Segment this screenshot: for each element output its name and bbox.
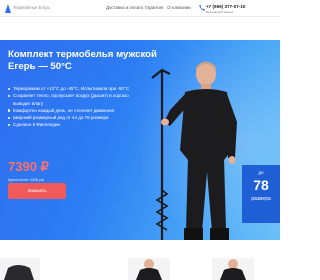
phone-subtitle: Бесплатный звонок bbox=[206, 10, 234, 14]
site-header: Термобелье Егерь Доставка и оплата Гаран… bbox=[0, 0, 280, 17]
feature-item: Сохраняет тепло, пропускает воздух (дыши… bbox=[8, 92, 143, 107]
nav-delivery[interactable]: Доставка и оплата bbox=[106, 5, 143, 10]
badge-prefix: до bbox=[258, 170, 264, 175]
phone-icon bbox=[199, 4, 205, 11]
feature-item: Терморежим от +10°С до -45°С. Испытывали… bbox=[8, 85, 143, 92]
feature-item: Широкий размерный ряд от 44 до 78 размер… bbox=[8, 114, 143, 121]
preview-image[interactable] bbox=[212, 258, 254, 280]
badge-number: 78 bbox=[253, 177, 269, 193]
hero-title: Комплект термобелья мужской Егерь — 50°С bbox=[8, 49, 157, 72]
nav-warranty[interactable]: Гарантия bbox=[145, 5, 163, 10]
preview-figure bbox=[220, 259, 246, 280]
price: 7390 ₽ bbox=[8, 159, 49, 174]
logo-text[interactable]: Термобелье Егерь bbox=[13, 5, 50, 10]
nav-about[interactable]: О компании bbox=[167, 5, 191, 10]
feature-item: Сделано в Финляндии bbox=[8, 121, 143, 128]
feature-item: Комфортно каждый день, не стесняет движе… bbox=[8, 107, 143, 114]
sales-note: Купили более 10000 раз bbox=[8, 178, 45, 182]
logo-icon[interactable] bbox=[5, 4, 11, 13]
order-button[interactable]: Заказать bbox=[8, 183, 66, 199]
size-badge: до 78 размера bbox=[242, 165, 280, 223]
preview-image[interactable] bbox=[0, 258, 40, 280]
preview-figure bbox=[4, 265, 34, 280]
preview-figure bbox=[136, 259, 162, 280]
phone-number[interactable]: +7 (969) 377-07-10 bbox=[206, 4, 245, 9]
feature-list: Терморежим от +10°С до -45°С. Испытывали… bbox=[8, 85, 143, 129]
badge-unit: размера bbox=[251, 196, 271, 202]
preview-image[interactable] bbox=[128, 258, 170, 280]
